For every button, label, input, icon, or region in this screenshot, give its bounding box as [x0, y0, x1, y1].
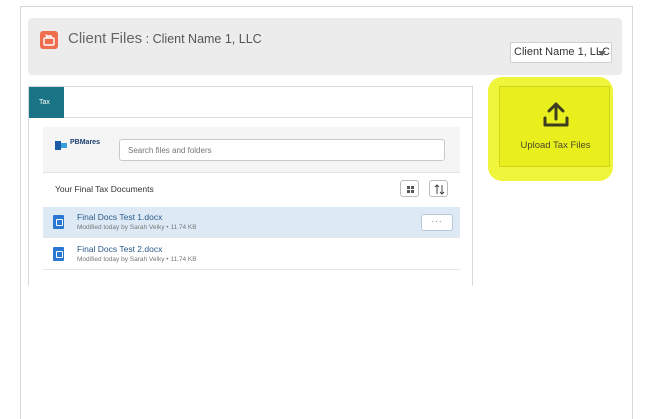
title-separator: :: [142, 32, 153, 46]
files-panel: Tax PBMares Your Final Tax Documents: [28, 86, 473, 286]
grid-view-button[interactable]: [400, 180, 419, 197]
logo-text: PBMares: [70, 139, 100, 146]
logo-mark-icon: [55, 141, 67, 150]
word-document-icon: [53, 215, 64, 229]
upload-label: Upload Tax Files: [520, 140, 591, 151]
file-browser: PBMares Your Final Tax Documents: [43, 127, 460, 287]
page-title-label: Client Files: [68, 30, 143, 47]
sort-button[interactable]: [429, 180, 448, 197]
company-logo: PBMares: [55, 139, 109, 157]
tab-tax[interactable]: Tax: [29, 87, 64, 118]
file-row[interactable]: Final Docs Test 1.docx Modified today by…: [43, 207, 460, 238]
file-row[interactable]: Final Docs Test 2.docx Modified today by…: [43, 239, 460, 270]
search-input[interactable]: [119, 139, 445, 161]
page-title-client: Client Name 1, LLC: [152, 32, 262, 46]
documents-title: Your Final Tax Documents: [55, 184, 154, 194]
tab-label: Tax: [39, 99, 50, 106]
file-meta: Modified today by Sarah Velky • 11.74 KB: [77, 224, 197, 231]
more-options-icon: ···: [431, 217, 443, 226]
client-select-value: Client Name 1, LLC: [514, 46, 610, 58]
file-name[interactable]: Final Docs Test 1.docx: [77, 212, 162, 222]
client-select[interactable]: Client Name 1, LLC: [510, 42, 612, 63]
word-document-icon: [53, 247, 64, 261]
grid-icon: [407, 186, 414, 193]
page-header: Client Files : Client Name 1, LLC Client…: [28, 18, 622, 75]
documents-header: Your Final Tax Documents: [43, 173, 460, 207]
chevron-down-icon: [598, 51, 606, 56]
tab-bar: Tax: [29, 87, 472, 118]
upload-icon: [543, 102, 569, 127]
briefcase-icon: [40, 31, 58, 49]
page-title: Client Files : Client Name 1, LLC: [68, 30, 262, 47]
upload-tax-files-button[interactable]: Upload Tax Files: [499, 86, 610, 167]
file-meta: Modified today by Sarah Velky • 11.74 KB: [77, 256, 197, 263]
sort-arrows-icon: [434, 184, 445, 195]
file-name[interactable]: Final Docs Test 2.docx: [77, 244, 162, 254]
search-bar: PBMares: [43, 127, 460, 173]
more-options-button[interactable]: ···: [421, 214, 453, 231]
